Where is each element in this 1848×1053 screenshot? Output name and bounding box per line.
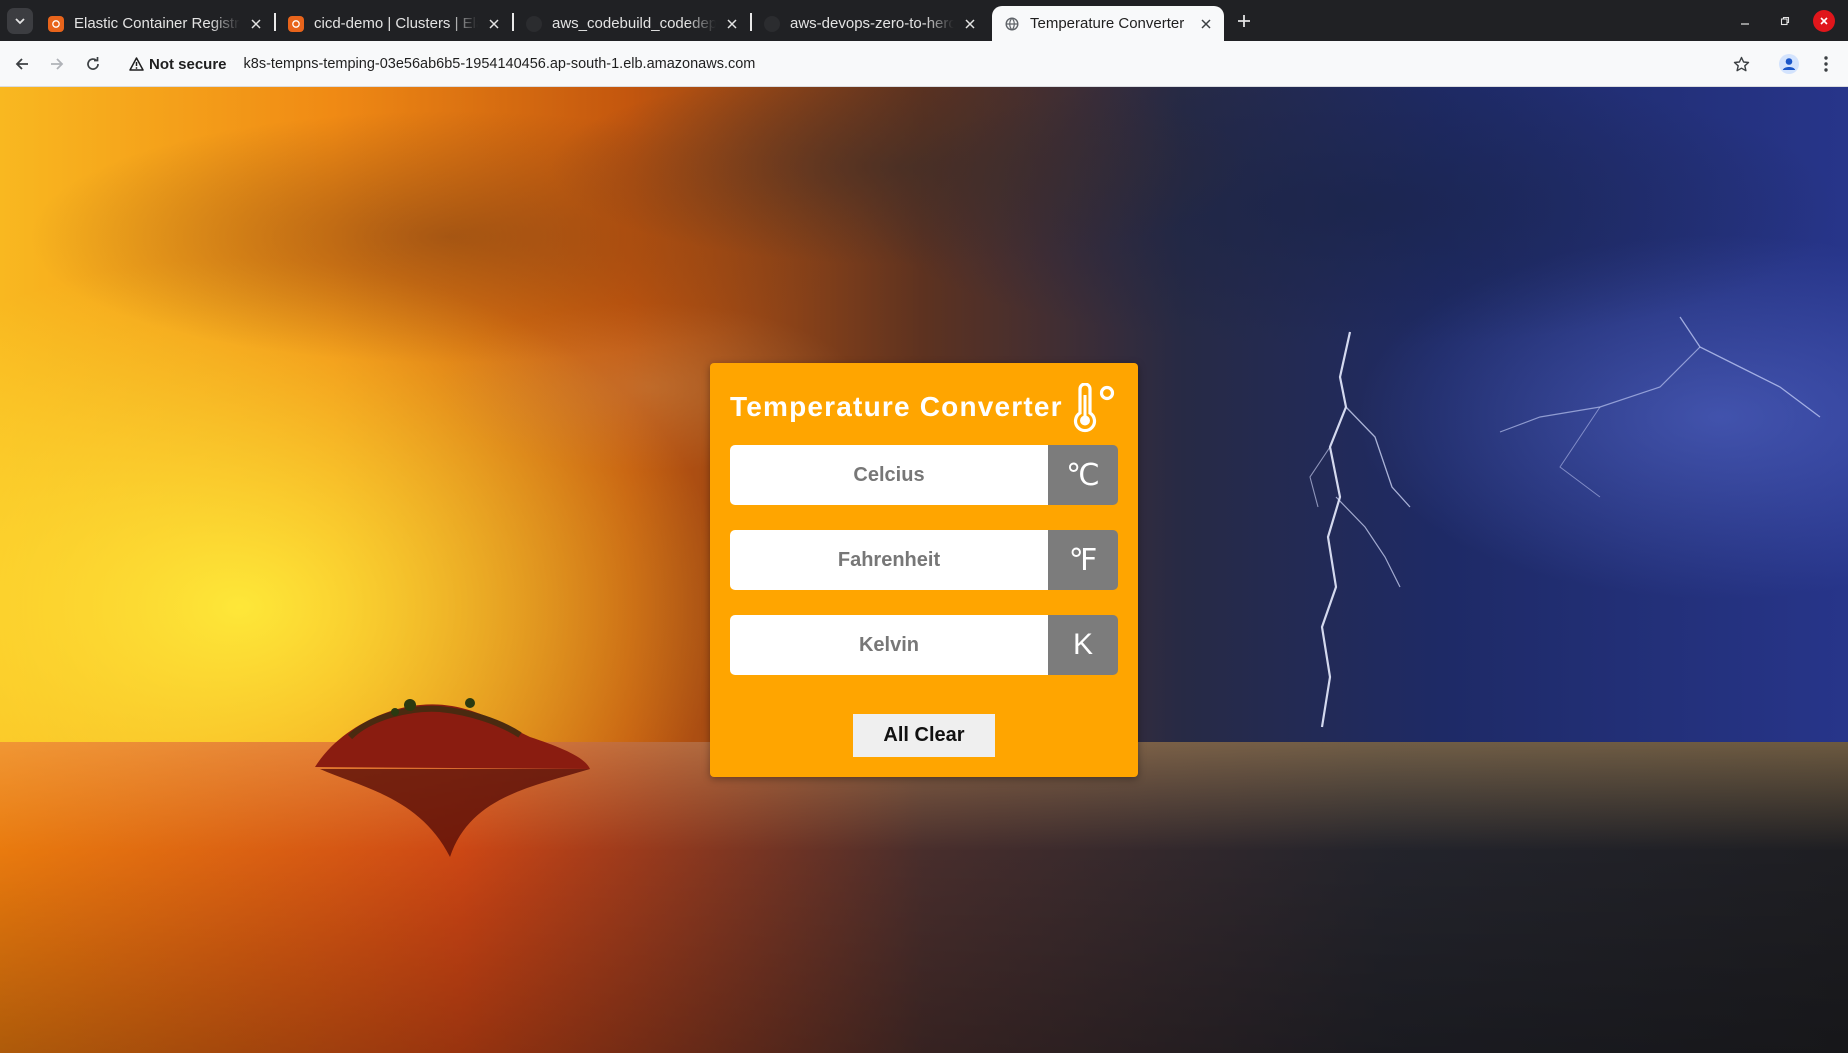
browser-menu-button[interactable] [1812, 50, 1840, 78]
tab-title: aws-devops-zero-to-hero [790, 15, 954, 32]
tab-github-devops[interactable]: aws-devops-zero-to-hero [752, 6, 988, 41]
page-background: Temperature Converter ℃ ℉ K All Clear [0, 87, 1848, 1053]
converter-title: Temperature Converter [730, 391, 1063, 422]
reload-button[interactable] [79, 50, 107, 78]
temperature-converter-card: Temperature Converter ℃ ℉ K All Clear [710, 363, 1138, 777]
aws-icon [48, 15, 64, 32]
bookmark-button[interactable] [1727, 50, 1755, 78]
profile-icon [1779, 54, 1799, 74]
tab-title: Temperature Converter [1030, 15, 1185, 32]
tab-title: aws_codebuild_codedeploy [552, 15, 716, 32]
globe-icon [1004, 16, 1020, 32]
github-icon [526, 15, 542, 32]
tab-eks-clusters[interactable]: cicd-demo | Clusters | Elastic Kubernete… [276, 6, 512, 41]
arrow-left-icon [15, 58, 28, 70]
tab-temperature-converter[interactable]: Temperature Converter [992, 6, 1224, 41]
kelvin-input[interactable] [730, 615, 1048, 675]
tab-github-codebuild[interactable]: aws_codebuild_codedeploy [514, 6, 750, 41]
island-image [315, 698, 590, 857]
close-icon[interactable] [484, 14, 504, 34]
window-close-button[interactable] [1813, 10, 1835, 32]
url-text[interactable]: k8s-tempns-temping-03e56ab6b5-1954140456… [244, 56, 756, 72]
kelvin-row: K [730, 615, 1118, 675]
celsius-input[interactable] [730, 445, 1048, 505]
close-icon[interactable] [246, 14, 266, 34]
restore-icon [1780, 16, 1790, 26]
security-label: Not secure [149, 55, 227, 73]
tab-ecr[interactable]: Elastic Container Registry [36, 6, 274, 41]
fahrenheit-unit-label: ℉ [1048, 530, 1118, 590]
plus-icon [1238, 15, 1250, 27]
tab-search-button[interactable] [7, 8, 33, 34]
chevron-down-icon [15, 18, 25, 25]
close-icon[interactable] [1196, 14, 1216, 34]
thermometer-icon [1073, 383, 1115, 433]
close-icon[interactable] [722, 14, 742, 34]
fahrenheit-input[interactable] [730, 530, 1048, 590]
celsius-row: ℃ [730, 445, 1118, 505]
forward-button[interactable] [43, 50, 71, 78]
warning-icon [129, 57, 144, 71]
site-security-indicator[interactable]: Not secure [129, 56, 227, 73]
new-tab-button[interactable] [1231, 8, 1257, 34]
tab-title: Elastic Container Registry [74, 15, 240, 32]
restore-button[interactable] [1772, 8, 1798, 34]
arrow-right-icon [51, 58, 64, 70]
celsius-unit-label: ℃ [1048, 445, 1118, 505]
all-clear-button[interactable]: All Clear [853, 714, 995, 757]
profile-button[interactable] [1775, 50, 1803, 78]
fahrenheit-row: ℉ [730, 530, 1118, 590]
aws-icon [288, 15, 304, 32]
kelvin-unit-label: K [1048, 615, 1118, 675]
minimize-button[interactable] [1732, 8, 1758, 34]
browser-tab-strip: Elastic Container Registry cicd-demo | C… [0, 0, 1848, 41]
kebab-menu-icon [1824, 56, 1828, 72]
browser-toolbar: Not secure k8s-tempns-temping-03e56ab6b5… [0, 41, 1848, 87]
minimize-icon [1741, 23, 1749, 25]
github-icon [764, 15, 780, 32]
close-icon[interactable] [960, 14, 980, 34]
tab-title: cicd-demo | Clusters | Elastic Kubernete… [314, 15, 478, 32]
close-icon [1820, 17, 1828, 25]
address-bar[interactable]: Not secure k8s-tempns-temping-03e56ab6b5… [121, 46, 1764, 82]
star-icon [1733, 56, 1749, 71]
reload-icon [87, 57, 99, 70]
back-button[interactable] [8, 50, 36, 78]
